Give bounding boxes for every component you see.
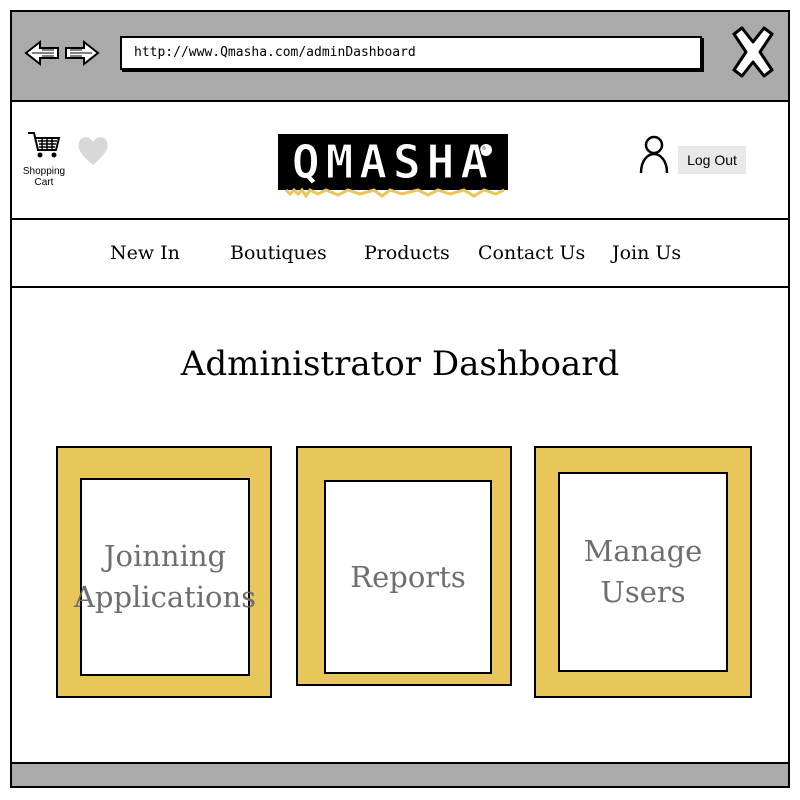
nav-item-new-in[interactable]: New In <box>110 242 180 264</box>
site-logo-text: QMASHA <box>291 135 495 190</box>
heart-icon[interactable] <box>76 134 110 168</box>
nav-item-join-us[interactable]: Join Us <box>612 242 681 264</box>
user-icon[interactable] <box>638 134 670 174</box>
reports-card[interactable]: Reports <box>296 446 512 686</box>
shopping-cart-icon <box>28 132 61 158</box>
address-bar[interactable]: http://www.Qmasha.com/adminDashboard <box>120 36 702 70</box>
browser-toolbar: http://www.Qmasha.com/adminDashboard <box>12 12 788 102</box>
card-label: Joinning Applications <box>73 539 257 614</box>
site-logo[interactable]: QMASHA <box>278 134 508 199</box>
shopping-cart[interactable]: Shopping Cart <box>22 130 66 188</box>
card-label: Reports <box>350 559 466 594</box>
site-header: Shopping Cart QMASHA Log Out <box>12 102 788 220</box>
nav-item-contact-us[interactable]: Contact Us <box>478 242 585 264</box>
close-icon[interactable] <box>728 24 778 80</box>
shopping-cart-label: Shopping Cart <box>22 166 66 188</box>
logout-button[interactable]: Log Out <box>678 146 746 174</box>
url-text: http://www.Qmasha.com/adminDashboard <box>134 45 416 60</box>
main-navigation: New In Boutiques Products Contact Us Joi… <box>12 220 788 288</box>
forward-arrow-icon[interactable] <box>64 39 100 67</box>
card-label: Manage Users <box>583 534 703 609</box>
nav-item-products[interactable]: Products <box>364 242 450 264</box>
back-arrow-icon[interactable] <box>24 39 60 67</box>
navigation-arrows <box>24 39 100 67</box>
browser-status-bar <box>12 762 788 786</box>
joining-applications-card[interactable]: Joinning Applications <box>56 446 272 698</box>
page-title: Administrator Dashboard <box>180 344 620 384</box>
manage-users-card[interactable]: Manage Users <box>534 446 752 698</box>
nav-item-boutiques[interactable]: Boutiques <box>230 242 327 264</box>
